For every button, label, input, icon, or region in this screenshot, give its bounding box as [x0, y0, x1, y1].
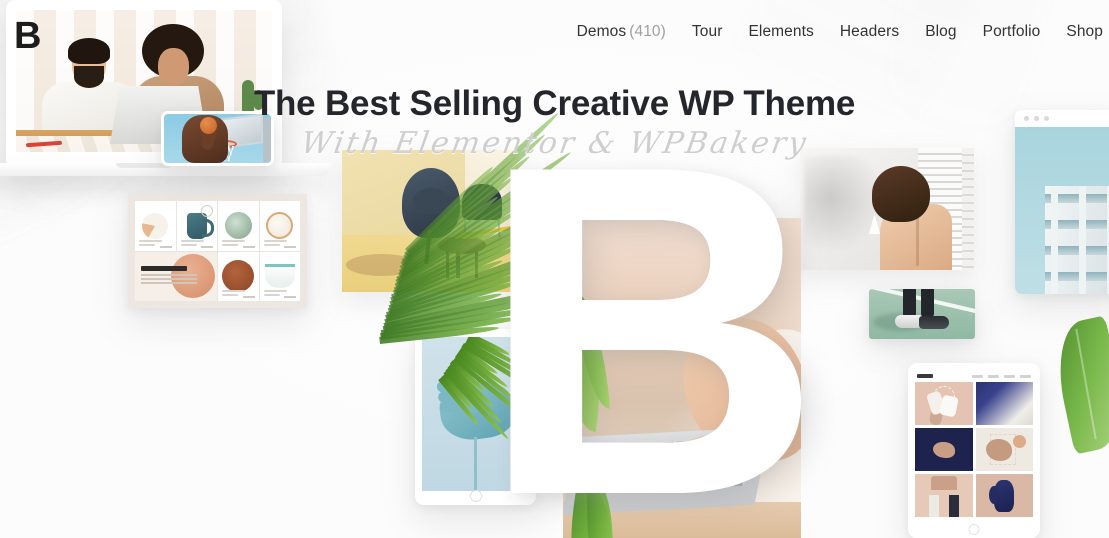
portfolio-grid [915, 382, 1033, 517]
tablet-home-button[interactable] [968, 524, 980, 535]
nav-item-label: Headers [839, 23, 900, 40]
nav-elements[interactable]: Elements [748, 23, 813, 41]
product-cell [135, 201, 176, 251]
portfolio-item [975, 428, 1033, 471]
page-subtitle: With Elementor & WPBakery [298, 126, 811, 161]
portfolio-item [975, 474, 1033, 517]
product-promo-cell [135, 251, 217, 301]
hero-page: B B Demos (410) Tour Elements Headers Blog Por… [0, 0, 1109, 538]
nav-item-label: Elements [748, 23, 814, 40]
leg-left [903, 289, 916, 317]
nav-item-label: Portfolio [982, 23, 1041, 40]
nav-item-label: Tour [691, 23, 723, 40]
architecture-building [1045, 186, 1109, 294]
tablet-home-button[interactable] [469, 490, 482, 502]
portfolio-logo-icon [917, 374, 933, 378]
collage-portfolio-tablet[interactable] [908, 363, 1040, 538]
portfolio-item [915, 474, 973, 517]
betheme-logo[interactable]: B [14, 17, 41, 55]
portfolio-item [915, 428, 973, 471]
site-header: B Demos (410) Tour Elements Headers Blog Portf… [0, 0, 1109, 72]
nav-item-label: Demos [576, 23, 627, 40]
collage-shop-demo[interactable] [128, 194, 307, 308]
nav-item-label: Shop [1066, 23, 1103, 40]
nav-demos[interactable]: Demos (410) [577, 23, 666, 41]
portfolio-item [975, 382, 1033, 425]
window-blind-edge [962, 148, 974, 270]
portfolio-menu[interactable] [972, 374, 1031, 378]
product-cell [176, 201, 217, 251]
product-cell [259, 201, 300, 251]
collage-sneakers-photo[interactable] [869, 289, 975, 339]
nav-headers[interactable]: Headers [840, 23, 899, 41]
page-title: The Best Selling Creative WP Theme [253, 84, 856, 123]
promo-text-block [141, 265, 197, 286]
sale-badge-icon [201, 205, 213, 217]
main-navigation: Demos (410) Tour Elements Headers Blog Portfol… [577, 23, 1103, 41]
hero-letter-b-graphic: B [481, 96, 855, 538]
nav-tour[interactable]: Tour [692, 23, 723, 41]
nav-shop[interactable]: Shop [1066, 23, 1103, 41]
product-cell [218, 251, 259, 301]
sneaker-right [919, 316, 949, 329]
model-hair [872, 166, 930, 222]
nav-item-label: Blog [925, 23, 957, 40]
nav-blog[interactable]: Blog [925, 23, 956, 41]
nav-demos-count: (410) [629, 23, 666, 40]
nav-portfolio[interactable]: Portfolio [983, 23, 1041, 41]
right-edge-leaf-decoration [1048, 315, 1109, 455]
product-cell [218, 201, 259, 251]
paint-drip [474, 437, 477, 491]
product-cell [259, 251, 300, 301]
shop-product-grid [135, 201, 300, 301]
portfolio-header [915, 374, 1033, 382]
model-spine [916, 214, 919, 266]
leg-right [921, 289, 934, 317]
letter-b-glyph: B [481, 68, 821, 538]
portfolio-item [915, 382, 973, 425]
